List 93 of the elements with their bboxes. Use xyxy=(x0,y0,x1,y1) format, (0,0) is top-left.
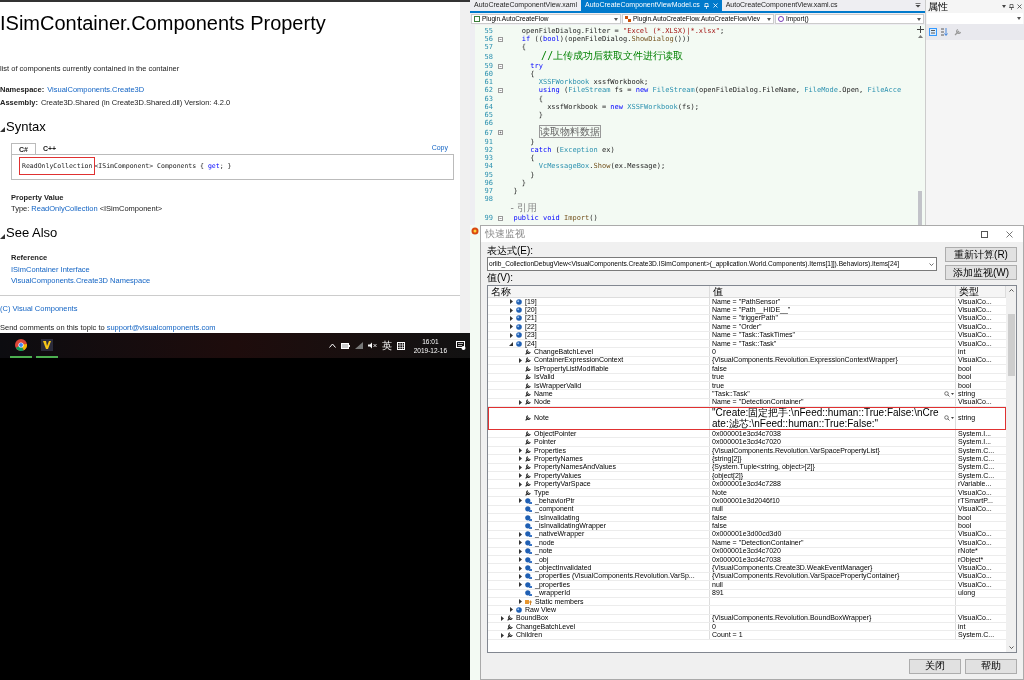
scroll-up-icon xyxy=(1008,289,1014,292)
expand-arrow-icon[interactable] xyxy=(509,332,513,338)
expand-arrow-icon[interactable] xyxy=(518,565,522,571)
expression-label: 表达式(E): xyxy=(487,245,535,256)
dropdown-icon xyxy=(1002,5,1006,8)
nav-item-icon xyxy=(778,16,784,22)
recalculate-button[interactable]: 重新计算(R) xyxy=(945,247,1017,262)
wrench-icon xyxy=(525,415,531,422)
expand-arrow-icon[interactable] xyxy=(518,540,522,546)
static-members-icon xyxy=(525,598,532,605)
dropdown-icon xyxy=(915,3,921,8)
expand-arrow-icon[interactable] xyxy=(500,615,504,621)
pin-icon xyxy=(703,2,709,9)
collapse-icon[interactable] xyxy=(497,36,503,42)
dialog-button[interactable]: 关闭 xyxy=(909,658,961,674)
expand-arrow-icon[interactable] xyxy=(509,315,513,321)
keyboard-icon xyxy=(396,341,405,350)
scroll-up-icon xyxy=(917,35,923,38)
close-icon xyxy=(1006,230,1013,238)
field-icon xyxy=(525,590,532,597)
section-heading: See Also xyxy=(6,226,58,241)
notification-icon xyxy=(456,341,466,350)
caret-icon xyxy=(767,17,771,21)
column-header[interactable]: 值 xyxy=(710,286,956,297)
field-icon xyxy=(525,497,532,504)
add-watch-button[interactable]: 添加监视(W) xyxy=(945,265,1017,280)
expand-arrow-icon[interactable] xyxy=(509,324,513,330)
code-line: //上传成功后获取文件进行读取 xyxy=(540,51,684,63)
magnifier-icon[interactable] xyxy=(944,391,954,397)
expanded-arrow-icon[interactable] xyxy=(509,341,513,346)
nav-item-icon xyxy=(474,16,480,22)
caret-icon xyxy=(614,17,618,21)
wrench-icon xyxy=(507,632,513,639)
expand-arrow-icon[interactable] xyxy=(518,582,522,588)
dialog-button[interactable]: 帮助 xyxy=(965,658,1017,674)
expand-arrow-icon[interactable] xyxy=(518,357,522,363)
expand-arrow-icon[interactable] xyxy=(518,481,522,487)
expand-arrow-icon[interactable] xyxy=(518,548,522,554)
expand-arrow-icon[interactable] xyxy=(518,448,522,454)
sort-icon xyxy=(940,28,948,36)
caret-icon xyxy=(917,17,921,21)
reference-count[interactable]: - 引用 xyxy=(505,203,537,215)
expand-arrow-icon[interactable] xyxy=(518,399,522,405)
expand-arrow-icon[interactable] xyxy=(509,607,513,613)
magnifier-icon[interactable] xyxy=(944,415,954,422)
collapse-icon[interactable] xyxy=(497,88,503,94)
collapse-icon[interactable] xyxy=(497,215,503,221)
expand-arrow-icon[interactable] xyxy=(518,557,522,563)
maximize-icon xyxy=(981,230,988,238)
app-logo-icon xyxy=(41,338,53,351)
expand-arrow-icon[interactable] xyxy=(518,456,522,462)
network-icon xyxy=(354,342,363,349)
wrench-icon xyxy=(525,430,531,437)
column-header[interactable]: 名称 xyxy=(488,286,710,297)
expand-arrow-icon[interactable] xyxy=(518,473,522,479)
value-label: 值(V): xyxy=(487,272,515,283)
chevron-up-icon xyxy=(328,343,336,348)
categorized-icon xyxy=(929,28,937,36)
value-cell-text: "Create:固定把手:\nFeed::human::True:False:\nCreate:滤芯:\nFeed::human::True:False:" xyxy=(712,407,940,430)
section-heading: Syntax xyxy=(6,119,46,134)
expand-arrow-icon[interactable] xyxy=(518,599,522,605)
expand-arrow-icon[interactable] xyxy=(518,573,522,579)
scrollbar-thumb[interactable] xyxy=(918,191,922,225)
expand-icon[interactable] xyxy=(497,130,503,136)
input-language[interactable]: 英 xyxy=(381,338,392,353)
panel-title: 属性 xyxy=(928,1,949,12)
expand-arrow-icon[interactable] xyxy=(518,531,522,537)
browser-icon xyxy=(15,338,27,351)
wrench-icon xyxy=(954,28,962,36)
caret-icon xyxy=(1017,17,1021,20)
field-icon xyxy=(525,565,532,571)
expand-arrow-icon[interactable] xyxy=(518,498,522,504)
pin-icon xyxy=(1009,3,1014,10)
expand-arrow-icon[interactable] xyxy=(509,299,513,305)
speaker-muted-icon xyxy=(367,342,377,349)
scroll-down-icon xyxy=(1008,646,1014,649)
close-icon xyxy=(1017,4,1022,9)
expand-arrow-icon[interactable] xyxy=(509,307,513,313)
split-icon xyxy=(916,26,924,33)
dialog-title: 快速监视 xyxy=(485,229,526,239)
expand-arrow-icon[interactable] xyxy=(518,464,522,470)
object-icon xyxy=(516,606,522,613)
collapse-icon[interactable] xyxy=(497,63,503,69)
wrench-icon xyxy=(525,391,531,397)
close-icon xyxy=(712,3,718,8)
wrench-icon xyxy=(525,399,531,406)
expand-arrow-icon[interactable] xyxy=(500,632,504,638)
battery-icon xyxy=(340,342,350,349)
page-title: ISimContainer.Components Property xyxy=(0,11,327,35)
nav-item-icon xyxy=(625,16,631,22)
caret-icon xyxy=(929,262,934,266)
scrollbar-thumb[interactable] xyxy=(1007,314,1015,376)
app-icon xyxy=(471,227,479,235)
